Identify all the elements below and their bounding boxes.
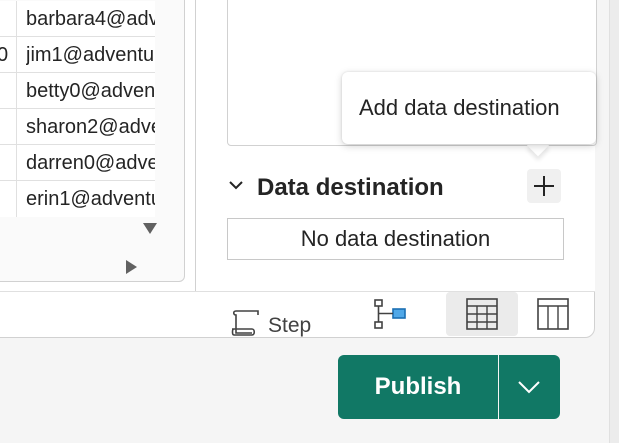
window-edge	[609, 0, 619, 443]
table-row[interactable]: sharon2@adventure-works.com	[0, 109, 155, 145]
table-row[interactable]: barbara4@adventure-works.com	[0, 1, 155, 37]
table-cell[interactable]: 0	[0, 37, 17, 73]
section-title: Data destination	[257, 174, 444, 201]
table-cell-email[interactable]: betty0@adventure-works.com	[26, 73, 155, 109]
scroll-down-arrow[interactable]	[143, 223, 157, 234]
diagram-icon[interactable]	[373, 298, 409, 330]
table-row[interactable]: erin1@adventure-works.com	[0, 181, 155, 217]
chevron-down-icon	[518, 381, 540, 394]
scroll-right-arrow[interactable]	[126, 260, 137, 274]
table-row[interactable]: betty0@adventure-works.com	[0, 73, 155, 109]
publish-button[interactable]: Publish	[338, 355, 498, 419]
add-data-destination-button[interactable]	[527, 169, 561, 203]
table-row[interactable]: 0 jim1@adventure-works.com	[0, 37, 155, 73]
chevron-down-icon[interactable]	[227, 176, 245, 194]
table-cell[interactable]	[0, 145, 17, 181]
table-cell[interactable]	[0, 109, 17, 145]
step-label[interactable]: Step	[268, 313, 311, 339]
table-row[interactable]: darren0@adventure-works.com	[0, 145, 155, 181]
no-destination-field[interactable]: No data destination	[227, 218, 564, 260]
table-cell-email[interactable]: darren0@adventure-works.com	[26, 145, 155, 181]
tooltip: Add data destination	[342, 72, 596, 144]
table-cell[interactable]	[0, 1, 17, 37]
table-grid-icon	[466, 298, 498, 330]
table-cell[interactable]	[0, 181, 17, 217]
table-cell-email[interactable]: barbara4@adventure-works.com	[26, 1, 155, 37]
table-view-button[interactable]	[446, 292, 518, 336]
table-cell-email[interactable]: erin1@adventure-works.com	[26, 181, 155, 217]
table-cell[interactable]	[0, 73, 17, 109]
data-destination-header[interactable]: Data destination	[227, 170, 567, 206]
table-cell-email[interactable]: sharon2@adventure-works.com	[26, 109, 155, 145]
plus-icon	[534, 176, 554, 196]
table-cell-email[interactable]: jim1@adventure-works.com	[26, 37, 155, 73]
schema-icon[interactable]	[537, 298, 569, 330]
data-grid-panel: barbara4@adventure-works.com 0 jim1@adve…	[0, 0, 185, 282]
publish-dropdown-button[interactable]	[499, 355, 560, 419]
script-icon	[231, 310, 259, 336]
